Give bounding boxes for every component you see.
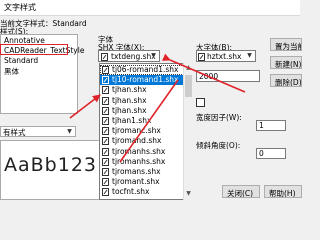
dropdown-item-label: tjromant.shx <box>112 177 160 187</box>
dropdown-item-label: tjromanc.shx <box>112 126 161 136</box>
dropdown-item[interactable]: tjhan.shx <box>100 85 184 95</box>
width-factor-input[interactable]: 1 <box>256 120 286 131</box>
font-file-icon <box>102 86 109 95</box>
style-filter-value: 有样式 <box>3 128 26 137</box>
chevron-down-icon: ▼ <box>151 52 156 59</box>
dropdown-item[interactable]: tocfnt.shx <box>100 187 184 197</box>
shx-font-combo[interactable]: txtdeng.shx ▼ <box>98 50 160 62</box>
height-input[interactable]: 2000 <box>196 70 260 82</box>
oblique-angle-label: 倾斜角度(O): <box>196 141 241 150</box>
dropdown-item[interactable]: tjromanc.shx <box>100 126 184 136</box>
bigfont-combo[interactable]: hztxt.shx ▼ <box>196 50 256 62</box>
dropdown-item[interactable]: tjhan1.shx <box>100 116 184 126</box>
shx-font-dropdown[interactable]: tj06-romand1.shx tj10-romand1.shx tjhan.sh… <box>99 63 193 200</box>
dropdown-focus-outline <box>100 65 184 75</box>
close-label: 关闭(C) <box>227 189 254 198</box>
style-item-heiti[interactable]: 黑体 <box>4 66 19 77</box>
dropdown-item-label: tjromans.shx <box>112 167 161 176</box>
annotation-highlight-box <box>0 44 68 55</box>
dropdown-item-label: tjromanhs.shx <box>112 156 166 166</box>
font-file-icon <box>102 117 109 125</box>
font-file-icon <box>102 178 109 187</box>
font-file-icon <box>102 127 109 136</box>
font-file-icon <box>102 96 109 105</box>
dropdown-item-label: tj10-romand1.shx <box>112 75 179 85</box>
height-value: 2000 <box>199 72 219 81</box>
oblique-angle-value: 0 <box>259 149 264 158</box>
delete-button[interactable]: 删除(D) <box>270 74 302 87</box>
dropdown-item-label: tjhan.shx <box>112 105 147 115</box>
dropdown-item[interactable]: tjromant.shx <box>100 177 184 187</box>
dropdown-item-label: tjromand.shx <box>112 136 162 146</box>
dropdown-item-label: tjhan.shx <box>112 85 147 95</box>
dropdown-item[interactable]: tj10-romand1.shx <box>100 75 184 86</box>
dropdown-item[interactable]: tjromand.shx <box>100 136 184 146</box>
dropdown-item-label: tocfnt.shx <box>112 187 150 197</box>
new-button[interactable]: 新建(N)... <box>270 56 302 69</box>
font-file-icon <box>102 106 109 115</box>
dropdown-item-label: tjromanhs.shx <box>112 146 166 156</box>
help-button[interactable]: 帮助(H) <box>264 185 302 198</box>
scroll-up-icon[interactable]: ▲ <box>184 63 193 72</box>
set-current-label: 置为当前(C) <box>275 42 301 51</box>
style-filter-select[interactable]: 有样式 ▼ <box>0 126 76 137</box>
dropdown-item-label: tjhan.shx <box>112 95 147 105</box>
oblique-angle-input[interactable]: 0 <box>256 148 286 159</box>
dropdown-item-label: tjhan1.shx <box>112 116 152 125</box>
dropdown-item[interactable]: tjromanhs.shx <box>100 147 184 157</box>
font-file-icon <box>102 76 109 85</box>
font-file-icon <box>102 188 109 197</box>
preview-text: AaBb123 <box>4 154 98 176</box>
new-label: 新建(N)... <box>275 60 302 69</box>
dropdown-scrollbar[interactable]: ▲ ▼ <box>183 63 193 200</box>
bigfont-value: hztxt.shx <box>207 52 242 61</box>
font-file-icon <box>102 137 109 146</box>
set-current-button[interactable]: 置为当前(C) <box>270 38 302 51</box>
help-label: 帮助(H) <box>269 189 296 198</box>
scroll-down-icon[interactable]: ▼ <box>184 189 193 198</box>
font-file-icon <box>102 157 109 166</box>
font-file-icon <box>102 147 109 156</box>
window-title: 文字样式 <box>4 3 36 12</box>
width-factor-value: 1 <box>259 121 264 130</box>
font-file-icon <box>102 168 109 176</box>
bigfont-icon <box>198 53 205 61</box>
delete-label: 删除(D) <box>275 78 302 87</box>
chevron-down-icon: ▼ <box>67 128 72 135</box>
dropdown-item[interactable]: tjromans.shx <box>100 167 184 177</box>
title-bar: 文字样式 <box>0 0 300 16</box>
close-button[interactable]: 关闭(C) <box>222 185 260 198</box>
scroll-thumb[interactable] <box>185 75 192 97</box>
style-item-standard[interactable]: Standard <box>4 56 38 65</box>
dropdown-item[interactable]: tjhan.shx <box>100 96 184 106</box>
dropdown-item[interactable]: tjromanhs.shx <box>100 157 184 167</box>
dropdown-item[interactable]: tjhan.shx <box>100 106 184 116</box>
effect-checkbox[interactable] <box>196 98 205 107</box>
chevron-down-icon: ▼ <box>247 52 252 59</box>
width-factor-label: 宽度因子(W): <box>196 113 242 122</box>
shx-font-icon <box>101 53 108 61</box>
